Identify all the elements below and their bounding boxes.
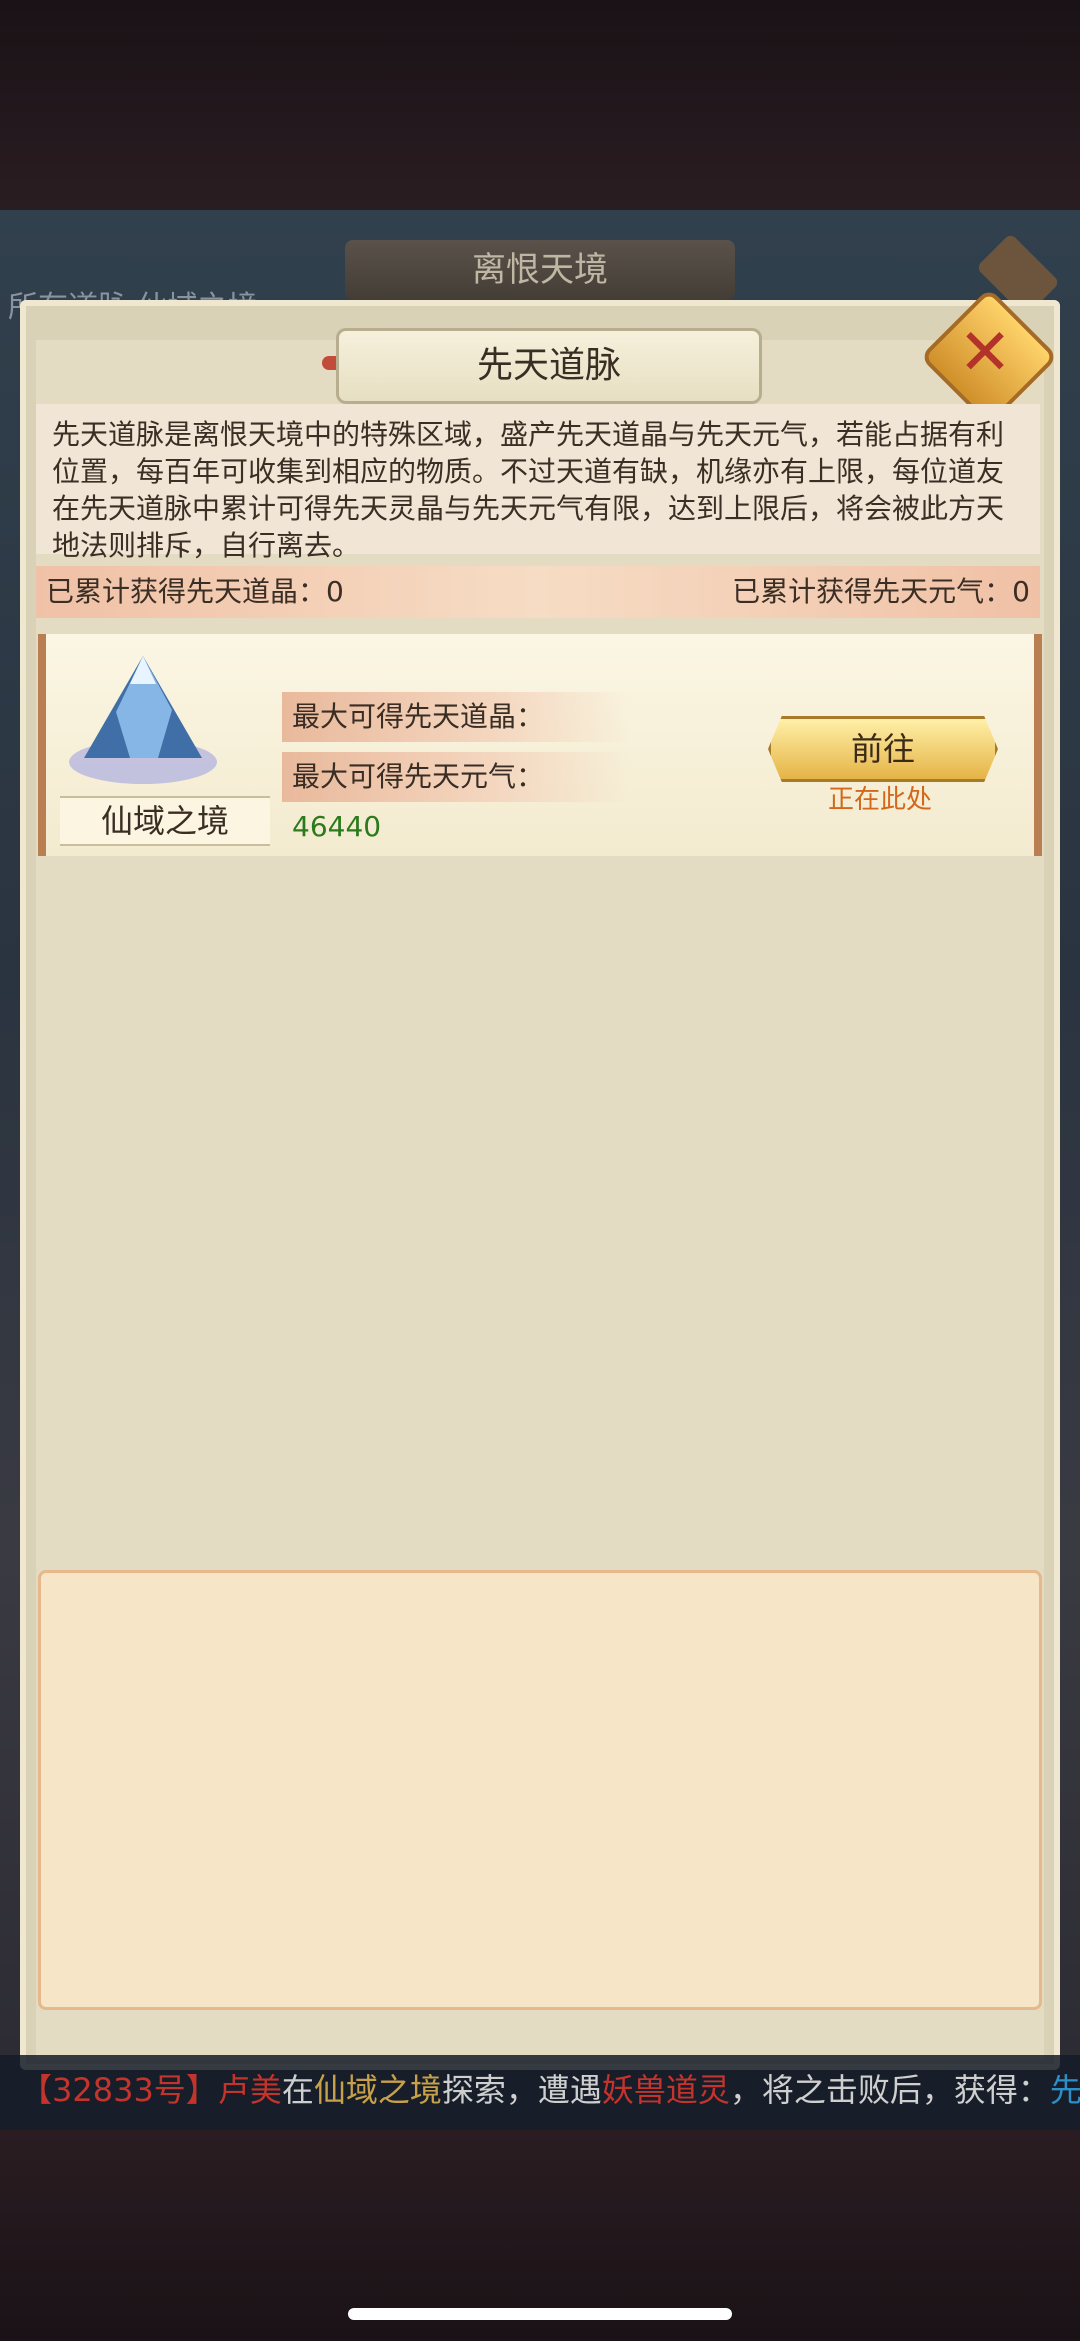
log-segment: 探索，遭遇 bbox=[441, 2071, 602, 2109]
background-log: 【32833号】卢美在仙域之境探索，遭遇妖兽道灵，将之击败后，获得：先天 bbox=[0, 2055, 1080, 2135]
dialog-title: 先天道脉 bbox=[336, 328, 762, 404]
location-name: 仙域之境 bbox=[60, 796, 270, 846]
log-segment: ，将之击败后，获得： bbox=[729, 2071, 1050, 2109]
log-segment: 仙域之境 bbox=[313, 2071, 442, 2109]
max-qi-row: 最大可得先天元气： 46440 bbox=[282, 752, 632, 843]
accumulated-crystal: 已累计获得先天道晶：0 bbox=[46, 575, 344, 608]
home-indicator[interactable] bbox=[348, 2308, 732, 2320]
close-icon[interactable]: ✕ bbox=[940, 308, 1030, 398]
description-text: 先天道脉是离恨天境中的特殊区域，盛产先天道晶与先天元气，若能占据有利位置，每百年… bbox=[36, 404, 1040, 562]
log-panel bbox=[38, 1570, 1042, 2010]
max-crystal-row: 最大可得先天道晶：49572 bbox=[282, 692, 632, 783]
mountain-icon bbox=[69, 656, 217, 784]
log-segment: 卢美 bbox=[217, 2071, 282, 2109]
log-segment: 妖兽道灵 bbox=[601, 2071, 730, 2109]
accumulated-qi: 已累计获得先天元气：0 bbox=[732, 575, 1030, 608]
max-crystal-label: 最大可得先天道晶： bbox=[292, 700, 545, 733]
current-location-status: 正在此处 bbox=[827, 785, 932, 815]
max-qi-label: 最大可得先天元气： bbox=[292, 760, 545, 793]
log-segment: 先天 bbox=[1049, 2071, 1080, 2109]
top-bar bbox=[0, 0, 1080, 210]
max-qi-value: 46440 bbox=[292, 810, 382, 843]
accumulated-stats: 已累计获得先天道晶：0 已累计获得先天元气：0 bbox=[36, 566, 1040, 618]
go-button[interactable]: 前往 bbox=[768, 716, 998, 782]
log-segment: 【32833号】 bbox=[20, 2071, 218, 2109]
log-segment: 在 bbox=[281, 2071, 314, 2109]
